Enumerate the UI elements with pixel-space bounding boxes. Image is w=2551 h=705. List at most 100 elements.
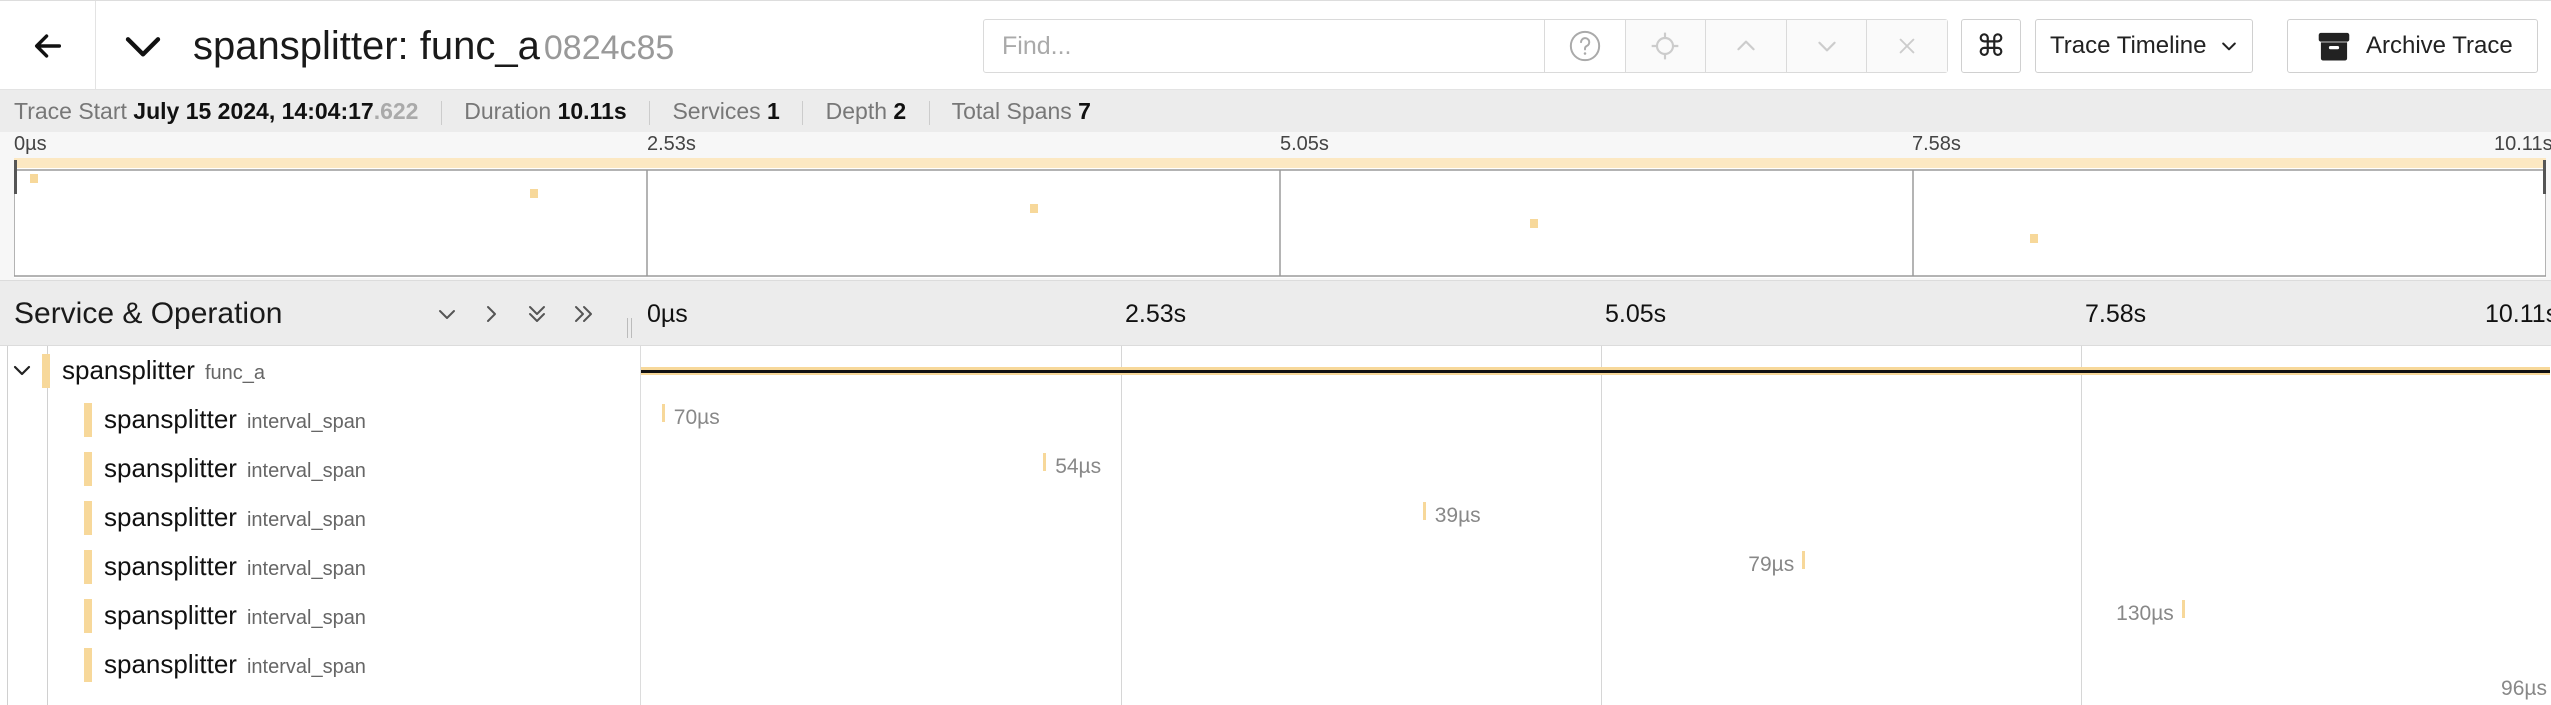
span-row[interactable]: spansplitter func_a [0, 346, 2551, 395]
crosshair-icon [1652, 32, 1679, 60]
service-color-bar [84, 599, 92, 633]
expand-one-button[interactable] [472, 295, 510, 333]
clear-search-button[interactable] [1866, 20, 1947, 72]
divider [649, 100, 651, 125]
next-match-button[interactable] [1785, 20, 1867, 72]
span-rows: spansplitter func_a spansplitter interval_s… [0, 346, 2551, 705]
view-select-dropdown[interactable]: Trace Timeline [2035, 19, 2253, 73]
service-color-bar [42, 354, 50, 388]
arrow-left-icon [34, 34, 61, 58]
span-bar[interactable] [1043, 453, 1047, 471]
root-span-line [641, 370, 2550, 373]
span-name-cell[interactable]: spansplitter interval_span [0, 542, 641, 591]
span-name-cell[interactable]: spansplitter interval_span [0, 493, 641, 542]
minimap-span-mark [530, 189, 538, 198]
span-bar[interactable] [661, 404, 665, 422]
timeline-tick-label: 7.58s [2085, 300, 2147, 328]
archive-trace-button[interactable]: Archive Trace [2287, 19, 2538, 73]
span-duration-label: 79µs [1748, 553, 1795, 576]
keyboard-shortcuts-button[interactable]: ⌘ [1961, 19, 2021, 73]
operation-name: interval_span [246, 558, 366, 580]
span-label: spansplitter interval_span [104, 591, 366, 643]
trace-summary-bar: Trace Start July 15 2024, 14:04:17.622 D… [0, 90, 2551, 132]
chevron-down-icon [1817, 41, 1836, 52]
span-bar[interactable] [1422, 502, 1426, 520]
close-icon [1899, 38, 1915, 54]
service-color-bar [84, 648, 92, 682]
span-name-cell[interactable]: spansplitter interval_span [0, 444, 641, 493]
span-name-cell[interactable]: spansplitter interval_span [0, 395, 641, 444]
span-row[interactable]: spansplitter interval_span 130µs [0, 591, 2551, 640]
divider [928, 100, 930, 125]
chevron-down-icon[interactable] [10, 358, 34, 382]
service-color-bar [84, 452, 92, 486]
span-row[interactable]: spansplitter interval_span 70µs [0, 395, 2551, 444]
span-duration-label: 130µs [2116, 602, 2174, 625]
span-name-cell[interactable]: spansplitter interval_span [0, 591, 641, 640]
find-input[interactable] [984, 20, 1544, 72]
trace-start-ms: .622 [373, 98, 419, 124]
expand-all-button[interactable] [565, 295, 603, 333]
operation-name: interval_span [246, 411, 366, 433]
span-row[interactable]: spansplitter interval_span 96µs [0, 640, 2551, 700]
span-label: spansplitter interval_span [104, 444, 366, 496]
timeline-tick-label: 10.11s [2485, 300, 2551, 328]
archive-trace-label: Archive Trace [2366, 32, 2513, 59]
span-duration-label: 39µs [1434, 504, 1481, 527]
operation-name: interval_span [246, 607, 366, 629]
question-circle-icon [1569, 30, 1600, 62]
timeline-tick-label: 0µs [647, 300, 688, 328]
operation-name: interval_span [246, 656, 366, 678]
span-name-cell[interactable]: spansplitter func_a [0, 346, 641, 395]
collapse-all-button[interactable] [518, 295, 556, 333]
span-bar[interactable] [1802, 551, 1806, 569]
timeline-tick-label: 2.53s [1125, 300, 1187, 328]
minimap-canvas[interactable] [14, 158, 2546, 278]
operation-name: interval_span [246, 509, 366, 531]
minimap-span-mark [1530, 219, 1538, 228]
service-color-bar [84, 403, 92, 437]
timeline-tick-label: 5.05s [1605, 300, 1667, 328]
collapse-header-button[interactable] [118, 23, 168, 69]
span-name-cell[interactable]: spansplitter interval_span [0, 640, 641, 689]
depth-value: 2 [893, 98, 907, 124]
chevron-down-icon [125, 37, 161, 57]
archive-icon [2318, 32, 2350, 61]
minimap-tick-label: 2.53s [647, 133, 696, 155]
trace-header: spansplitter: func_a 0824c85 Find... ⌘ T… [0, 0, 2551, 91]
service-name: spansplitter [62, 355, 195, 385]
column-resizer[interactable] [625, 318, 635, 338]
minimap-tick-label: 5.05s [1280, 133, 1329, 155]
service-name: spansplitter [104, 502, 237, 532]
collapse-one-button[interactable] [428, 295, 466, 333]
minimap-span-mark [30, 174, 38, 183]
trace-id: 0824c85 [543, 29, 675, 67]
service-color-bar [84, 501, 92, 535]
minimap-span-mark [1030, 204, 1038, 213]
services-label: Services [672, 98, 761, 124]
duration-label: Duration [464, 98, 552, 124]
back-button[interactable] [0, 1, 96, 91]
trace-minimap[interactable]: 0µs 2.53s 5.05s 7.58s 10.11s [0, 132, 2551, 280]
double-chevron-right-icon [575, 306, 592, 322]
previous-match-button[interactable] [1705, 20, 1786, 72]
minimap-left-handle [14, 160, 17, 194]
span-bar[interactable] [2181, 600, 2185, 618]
span-row[interactable]: spansplitter interval_span 39µs [0, 493, 2551, 542]
locate-button[interactable] [1624, 20, 1706, 72]
total-spans-label: Total Spans [951, 98, 1072, 124]
total-spans-value: 7 [1078, 98, 1091, 124]
timeline-header: Service & Operation 0µs 2.53s 5.05s 7.58… [0, 280, 2551, 346]
divider [440, 100, 442, 125]
service-name: spansplitter [104, 404, 237, 434]
chevron-down-icon [439, 310, 455, 319]
services-value: 1 [767, 98, 780, 124]
span-row[interactable]: spansplitter interval_span 79µs [0, 542, 2551, 591]
minimap-span-mark [2030, 234, 2038, 243]
span-row[interactable]: spansplitter interval_span 54µs [0, 444, 2551, 493]
service-name: spansplitter [104, 453, 237, 483]
chevron-up-icon [1737, 40, 1755, 51]
help-button[interactable] [1544, 20, 1625, 72]
double-chevron-down-icon [529, 306, 545, 322]
service-name: spansplitter [104, 551, 237, 581]
